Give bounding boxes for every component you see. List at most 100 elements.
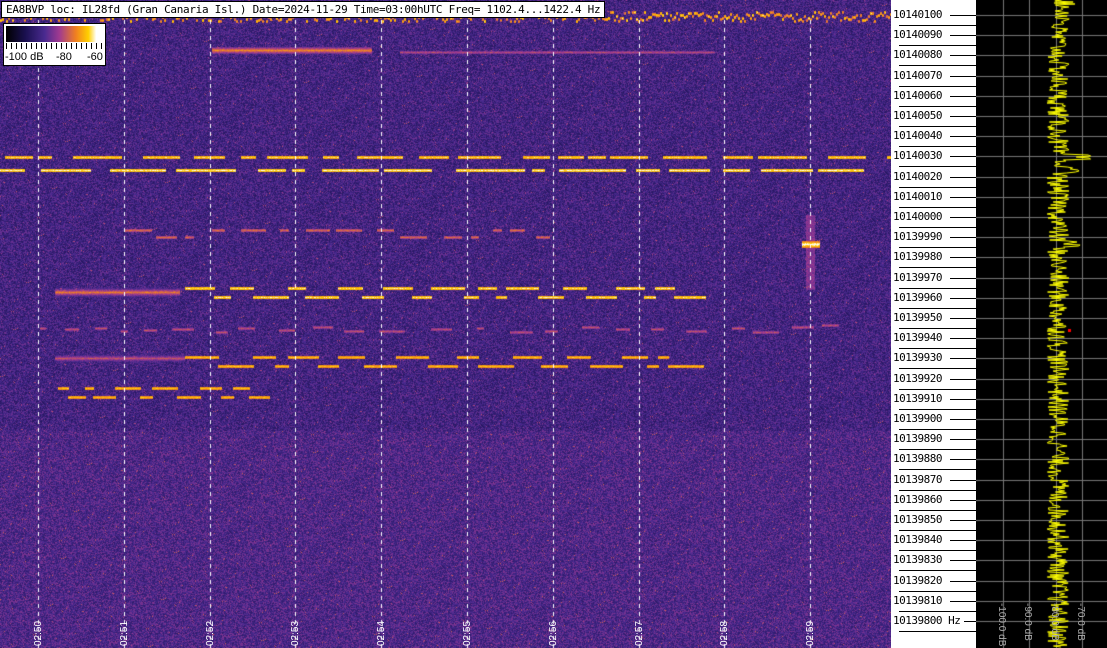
frequency-tick-label: 10139950 xyxy=(893,311,942,324)
frequency-tick xyxy=(964,621,976,622)
frequency-tick-label: 10139820 xyxy=(893,574,942,587)
frequency-minor-tick xyxy=(899,126,976,127)
frequency-minor-tick xyxy=(899,550,976,551)
frequency-minor-tick xyxy=(899,368,976,369)
frequency-minor-tick xyxy=(899,429,976,430)
frequency-tick-label: 10140050 xyxy=(893,109,942,122)
frequency-minor-tick xyxy=(899,267,976,268)
frequency-tick xyxy=(950,439,976,440)
frequency-minor-tick xyxy=(899,490,976,491)
frequency-tick xyxy=(950,459,976,460)
frequency-minor-tick xyxy=(899,449,976,450)
frequency-tick xyxy=(950,35,976,36)
time-tick-label: 02:56 xyxy=(547,620,559,646)
frequency-minor-tick xyxy=(899,631,976,632)
frequency-tick-label: 10139810 xyxy=(893,594,942,607)
time-tick-label: 02:58 xyxy=(718,620,730,646)
time-tick-label: 02:54 xyxy=(375,620,387,646)
frequency-minor-tick xyxy=(899,207,976,208)
frequency-minor-tick xyxy=(899,409,976,410)
frequency-tick-label: 10139900 xyxy=(893,412,942,425)
frequency-tick xyxy=(950,136,976,137)
frequency-tick-label: 10140020 xyxy=(893,170,942,183)
frequency-tick-label: 10139850 xyxy=(893,513,942,526)
frequency-tick xyxy=(950,177,976,178)
frequency-tick xyxy=(950,156,976,157)
frequency-tick-label: 10139940 xyxy=(893,331,942,344)
spectrum-panel xyxy=(976,0,1107,648)
frequency-minor-tick xyxy=(899,65,976,66)
time-tick-label: 02:55 xyxy=(461,620,473,646)
frequency-tick-label: 10139910 xyxy=(893,392,942,405)
frequency-minor-tick xyxy=(899,247,976,248)
spectrum-db-tick-label: -90.0 dB xyxy=(1022,603,1033,641)
frequency-axis: 10140100 10140090 10140080 10140070 10140060… xyxy=(891,0,976,648)
frequency-minor-tick xyxy=(899,469,976,470)
frequency-tick-label: 10139890 xyxy=(893,432,942,445)
frequency-minor-tick xyxy=(899,389,976,390)
color-scale-gradient xyxy=(6,26,103,42)
frequency-tick-label: 10139830 xyxy=(893,553,942,566)
frequency-tick xyxy=(950,601,976,602)
frequency-tick xyxy=(950,318,976,319)
frequency-tick xyxy=(950,298,976,299)
frequency-tick xyxy=(950,55,976,56)
frequency-tick-label: 10140000 xyxy=(893,210,942,223)
frequency-tick xyxy=(950,560,976,561)
frequency-tick xyxy=(950,379,976,380)
frequency-tick-label: 10139920 xyxy=(893,372,942,385)
frequency-tick-label: 10140100 xyxy=(893,8,942,21)
frequency-tick xyxy=(950,15,976,16)
color-scale-label-mid: -80 xyxy=(56,51,72,63)
spectrum-db-tick-label: -100.0 dB xyxy=(996,603,1007,647)
time-tick-label: 02:57 xyxy=(633,620,645,646)
frequency-tick-label: 10139880 xyxy=(893,452,942,465)
frequency-tick-label: 10139860 xyxy=(893,493,942,506)
color-scale-ticks xyxy=(6,43,103,49)
frequency-minor-tick xyxy=(899,510,976,511)
frequency-tick xyxy=(950,419,976,420)
time-tick-label: 02:59 xyxy=(804,620,816,646)
frequency-tick xyxy=(950,257,976,258)
time-tick-label: 02:52 xyxy=(204,620,216,646)
frequency-minor-tick xyxy=(899,348,976,349)
frequency-tick-label: 10139840 xyxy=(893,533,942,546)
frequency-tick xyxy=(950,500,976,501)
frequency-tick xyxy=(950,520,976,521)
frequency-minor-tick xyxy=(899,86,976,87)
frequency-minor-tick xyxy=(899,227,976,228)
grabber-title: EA8BVP loc: IL28fd (Gran Canaria Isl.) D… xyxy=(1,1,606,18)
color-scale-legend: -100 dB -80 -60 xyxy=(3,23,106,66)
frequency-tick xyxy=(950,581,976,582)
frequency-tick-label: 10139930 xyxy=(893,351,942,364)
frequency-minor-tick xyxy=(899,166,976,167)
time-tick-label: 02:50 xyxy=(32,620,44,646)
frequency-tick xyxy=(950,278,976,279)
frequency-tick xyxy=(950,96,976,97)
frequency-tick-label: 10139870 xyxy=(893,473,942,486)
time-tick-label: 02:53 xyxy=(289,620,301,646)
frequency-tick xyxy=(950,399,976,400)
color-scale-label-min: -100 dB xyxy=(5,51,44,63)
frequency-minor-tick xyxy=(899,45,976,46)
color-scale-label-max: -60 xyxy=(87,51,103,63)
frequency-tick-label: 10139970 xyxy=(893,271,942,284)
frequency-tick-label: 10140070 xyxy=(893,69,942,82)
frequency-minor-tick xyxy=(899,570,976,571)
spectrum-db-tick-label: -70.0 dB xyxy=(1075,603,1086,641)
frequency-minor-tick xyxy=(899,611,976,612)
frequency-tick-label: 10140040 xyxy=(893,129,942,142)
frequency-tick-label: 10140060 xyxy=(893,89,942,102)
frequency-minor-tick xyxy=(899,106,976,107)
frequency-tick-label: 10140080 xyxy=(893,48,942,61)
frequency-tick xyxy=(950,76,976,77)
frequency-tick-label: 10139800 Hz xyxy=(893,614,961,627)
frequency-tick-label: 10139960 xyxy=(893,291,942,304)
frequency-tick xyxy=(950,237,976,238)
frequency-tick xyxy=(950,358,976,359)
frequency-tick xyxy=(950,338,976,339)
frequency-tick-label: 10140030 xyxy=(893,149,942,162)
frequency-tick xyxy=(950,217,976,218)
frequency-minor-tick xyxy=(899,25,976,26)
frequency-tick-label: 10140090 xyxy=(893,28,942,41)
